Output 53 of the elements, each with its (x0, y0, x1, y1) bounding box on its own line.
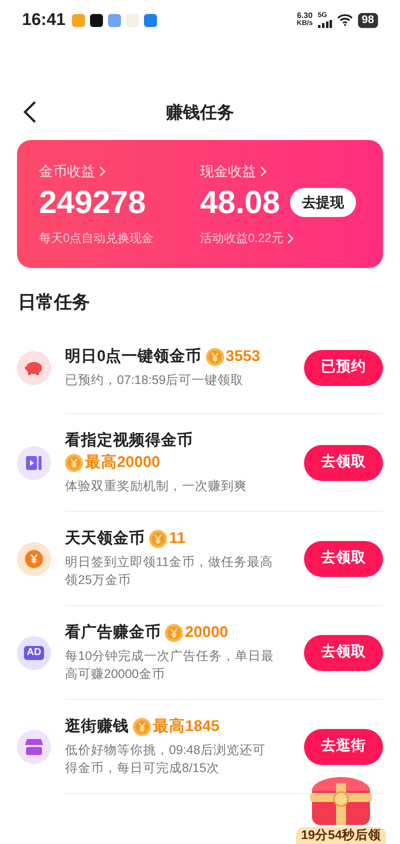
task-reward: 最高1845 (153, 716, 220, 737)
task-reward: 20000 (185, 623, 228, 643)
coin-icon (149, 530, 167, 548)
cash-earnings-link[interactable]: 现金收益 (200, 162, 256, 180)
coin-exchange-note: 每天0点自动兑换现金 (39, 230, 155, 246)
task-reward: 11 (169, 529, 186, 549)
task-action-button[interactable]: 去领取 (304, 634, 383, 670)
signal-icon (318, 20, 332, 28)
shop-icon (25, 739, 43, 755)
status-time: 16:41 (22, 9, 66, 32)
reward-countdown-badge: 19分54秒后领 (296, 827, 386, 844)
task-description: 低价好物等你挑，09:48后浏览还可得金币，每日可完成8/15次 (65, 742, 266, 777)
app-notification-icon (144, 14, 158, 26)
coin-icon (206, 348, 224, 366)
section-title: 日常任务 (17, 291, 91, 314)
task-action-button[interactable]: 去领取 (304, 444, 383, 480)
task-action-button[interactable]: 已预约 (304, 350, 383, 386)
task-description: 每10分钟完成一次广告任务，单日最高可赚20000金币 (65, 648, 275, 683)
piggy-bank-icon (24, 361, 44, 375)
app-notification-icon (126, 14, 140, 26)
page-title: 赚钱任务 (166, 102, 234, 124)
task-title: 看指定视频得金币 (65, 430, 193, 451)
task-action-button[interactable]: 去逛街 (304, 728, 383, 764)
coin-icon (165, 624, 183, 642)
activity-earnings-link[interactable]: 活动收益0.22元 (200, 230, 284, 246)
app-notification-icon (108, 14, 122, 26)
chevron-right-icon (99, 166, 106, 176)
net-speed-value: 6.30 (296, 12, 313, 20)
video-icon (26, 455, 42, 471)
battery-indicator: 98 (358, 12, 378, 28)
task-reward: 3553 (226, 347, 260, 367)
coin-earnings-link[interactable]: 金币收益 (39, 162, 95, 180)
task-description: 体验双重奖励机制，一次赚到爽 (65, 478, 248, 495)
task-title: 天天领金币 (65, 528, 145, 549)
task-title: 逛街赚钱 (65, 716, 129, 737)
task-description: 明日签到立即领11金币，做任务最高领25万金币 (65, 554, 274, 589)
ad-icon: AD (24, 646, 44, 660)
app-notification-icon (90, 14, 104, 26)
chevron-right-icon (287, 232, 294, 244)
coin-icon (65, 454, 83, 472)
app-notification-icon (72, 14, 86, 26)
task-action-button[interactable]: 去领取 (304, 540, 383, 576)
task-reward: 最高20000 (85, 452, 160, 473)
yen-coin-icon (25, 550, 43, 568)
coin-icon (133, 718, 151, 736)
withdraw-button[interactable]: 去提现 (290, 188, 356, 216)
task-description: 已预约，07:18:59后可一键领取 (65, 372, 245, 389)
chevron-right-icon (260, 166, 267, 176)
wifi-icon (336, 14, 353, 26)
coin-earnings-value: 249278 (39, 183, 147, 222)
task-title: 明日0点一键领金币 (65, 346, 202, 367)
cash-earnings-value: 48.08 (200, 183, 280, 222)
task-title: 看广告赚金币 (65, 622, 161, 643)
